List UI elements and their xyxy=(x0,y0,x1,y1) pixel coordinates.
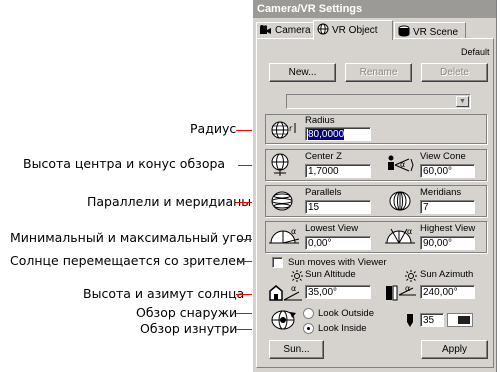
center-z-input[interactable]: 1,7000 xyxy=(305,164,371,178)
annotation-radius: Радиус xyxy=(190,121,237,136)
sun-azimuth-icon: α xyxy=(385,283,417,306)
radius-label: Radius xyxy=(305,115,335,126)
radius-input[interactable]: 80,0000 xyxy=(305,127,371,141)
globe-icon xyxy=(317,23,329,38)
vr-object-panel: Default New... Rename Delete ▼ r Radius … xyxy=(256,38,494,368)
sun-azimuth-input[interactable]: 240,00° xyxy=(420,285,475,299)
pen-number-input[interactable]: 35 xyxy=(420,313,444,327)
annotation-min-max-angle: Минимальный и максимальный угол xyxy=(10,230,252,245)
camera-vr-settings-window: Camera/VR Settings Camera VR Object VR S… xyxy=(252,0,497,372)
camera-icon xyxy=(260,25,272,38)
look-inside-label: Look Inside xyxy=(318,323,367,334)
center-z-icon xyxy=(270,153,300,182)
highest-view-icon: α xyxy=(385,225,417,252)
annotation-look-outside: Обзор снаружи xyxy=(136,305,238,320)
default-label: Default xyxy=(461,47,490,57)
preset-dropdown[interactable]: ▼ xyxy=(286,94,471,109)
look-direction-icon xyxy=(271,309,297,336)
tab-vr-object-label: VR Object xyxy=(332,25,378,36)
svg-text:α: α xyxy=(405,284,410,293)
meridians-input[interactable]: 7 xyxy=(420,200,475,214)
lowest-view-label: Lowest View xyxy=(305,223,359,234)
look-outside-label: Look Outside xyxy=(318,308,374,319)
tab-camera-label: Camera xyxy=(275,25,311,36)
highest-view-label: Highest View xyxy=(420,223,476,234)
svg-text:α: α xyxy=(291,284,296,293)
tab-vr-scene[interactable]: VR Scene xyxy=(394,22,466,39)
svg-text:α: α xyxy=(400,160,405,169)
view-cone-input[interactable]: 60,00° xyxy=(420,164,475,178)
apply-button[interactable]: Apply xyxy=(421,340,488,359)
sun-altitude-input[interactable]: 35,00° xyxy=(305,285,371,299)
sun-button[interactable]: Sun... xyxy=(269,340,324,359)
highest-view-input[interactable]: 90,00° xyxy=(420,236,475,250)
rename-button[interactable]: Rename xyxy=(345,63,412,82)
look-inside-radio[interactable] xyxy=(303,323,314,334)
sun-altitude-label: Sun Altitude xyxy=(305,269,356,280)
annotation-sun-moves: Солнце перемещается со зрителем xyxy=(10,253,246,268)
lowest-view-icon: α xyxy=(269,225,301,252)
sun-azimuth-label: Sun Azimuth xyxy=(420,269,474,280)
pen-icon xyxy=(405,314,415,333)
dropdown-arrow-icon: ▼ xyxy=(456,96,469,107)
tab-camera[interactable]: Camera xyxy=(256,22,314,39)
annotation-sun-altitude: Высота и азимут солнца xyxy=(83,286,245,301)
window-title: Camera/VR Settings xyxy=(253,0,496,18)
tab-vr-object[interactable]: VR Object xyxy=(313,20,393,40)
meridians-label: Meridians xyxy=(420,187,462,198)
parallels-input[interactable]: 15 xyxy=(305,200,371,214)
sun-altitude-icon: α xyxy=(269,283,303,306)
svg-text:α: α xyxy=(407,227,412,236)
pen-color-fill xyxy=(458,316,470,324)
tab-bar: Camera VR Object VR Scene xyxy=(256,20,494,40)
parallels-icon xyxy=(271,191,293,216)
delete-button[interactable]: Delete xyxy=(421,63,488,82)
annotation-parallels: Параллели и меридианы xyxy=(87,194,252,209)
view-cone-icon: α xyxy=(385,154,417,181)
look-outside-radio[interactable] xyxy=(303,308,314,319)
radius-globe-icon: r xyxy=(271,121,301,144)
tab-vr-scene-label: VR Scene xyxy=(413,27,459,38)
sun-moves-checkbox[interactable] xyxy=(272,257,283,268)
center-z-label: Center Z xyxy=(305,151,342,162)
lowest-view-input[interactable]: 0,00° xyxy=(305,236,371,250)
svg-text:r: r xyxy=(289,124,293,133)
view-cone-label: View Cone xyxy=(420,151,466,162)
new-button[interactable]: New... xyxy=(269,63,336,82)
pen-color-swatch[interactable] xyxy=(447,313,473,327)
svg-text:α: α xyxy=(291,227,296,236)
annotation-look-inside: Обзор изнутри xyxy=(140,321,238,336)
parallels-label: Parallels xyxy=(305,187,342,198)
annotation-center-height: Высота центра и конус обзора xyxy=(23,156,226,171)
meridians-icon xyxy=(389,191,411,216)
sun-moves-label: Sun moves with Viewer xyxy=(288,257,387,268)
